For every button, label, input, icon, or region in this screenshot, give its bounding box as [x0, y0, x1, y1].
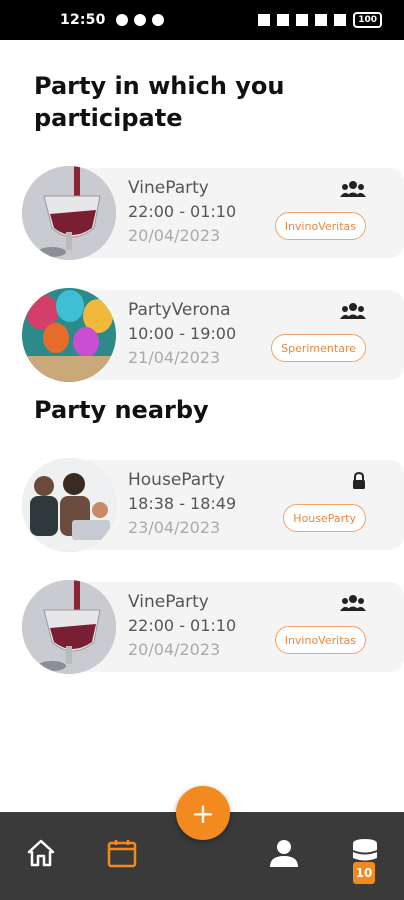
battery-icon: 100 [353, 12, 382, 28]
party-date: 20/04/2023 [128, 226, 221, 245]
signal-icon [334, 14, 347, 26]
party-avatar-wine [22, 580, 116, 674]
status-bar: 12:50 100 [0, 0, 404, 40]
vibrate-icon [258, 14, 271, 26]
party-name: VineParty [128, 178, 209, 198]
party-tag[interactable]: InvinoVeritas [274, 212, 366, 240]
participating-title: Party in which you participate [34, 72, 285, 132]
wifi-icon [315, 14, 328, 26]
group-icon [340, 302, 366, 324]
home-icon[interactable] [26, 838, 56, 872]
nearby-title: Party nearby [34, 396, 209, 424]
card-text: PartyVerona 10:00 - 19:00 21/04/2023 [128, 298, 236, 370]
group-icon [340, 594, 366, 616]
party-card[interactable]: HouseParty 18:38 - 18:49 23/04/2023 Hous… [22, 458, 404, 552]
card-text: VineParty 22:00 - 01:10 20/04/2023 [128, 176, 236, 248]
party-avatar-balloons [22, 288, 116, 382]
party-date: 23/04/2023 [128, 518, 221, 537]
add-party-button[interactable]: + [176, 786, 230, 840]
party-card[interactable]: VineParty 22:00 - 01:10 20/04/2023 Invin… [22, 580, 404, 674]
party-time: 22:00 - 01:10 [128, 616, 237, 635]
party-tag[interactable]: InvinoVeritas [274, 626, 366, 654]
data-icon [296, 14, 309, 26]
party-time: 22:00 - 01:10 [128, 202, 237, 221]
party-avatar-wine [22, 166, 116, 260]
party-tag[interactable]: HouseParty [283, 504, 366, 532]
party-name: HouseParty [128, 470, 225, 490]
notification-icons [115, 14, 164, 26]
party-date: 21/04/2023 [128, 348, 221, 367]
group-icon [340, 180, 366, 202]
party-name: VineParty [128, 592, 209, 612]
party-time: 18:38 - 18:49 [128, 494, 237, 513]
status-right-icons: 100 [258, 12, 382, 28]
card-text: VineParty 22:00 - 01:10 20/04/2023 [128, 590, 236, 662]
facebook-icon [115, 14, 128, 26]
party-card[interactable]: VineParty 22:00 - 01:10 20/04/2023 Invin… [22, 166, 404, 260]
party-date: 20/04/2023 [128, 640, 221, 659]
party-avatar-people [22, 458, 116, 552]
profile-icon[interactable] [268, 838, 300, 872]
lock-icon [352, 471, 366, 494]
status-time: 12:50 [60, 12, 106, 28]
party-card[interactable]: PartyVerona 10:00 - 19:00 21/04/2023 Spe… [22, 288, 404, 382]
party-tag[interactable]: Sperimentare [271, 334, 366, 362]
reddit-icon [133, 14, 146, 26]
calendar-icon[interactable] [107, 838, 137, 872]
coins-badge: 10 [353, 862, 375, 884]
party-time: 10:00 - 19:00 [128, 324, 237, 343]
card-text: HouseParty 18:38 - 18:49 23/04/2023 [128, 468, 236, 540]
image-icon [151, 14, 164, 26]
bluetooth-icon [277, 14, 290, 26]
party-name: PartyVerona [128, 300, 231, 320]
